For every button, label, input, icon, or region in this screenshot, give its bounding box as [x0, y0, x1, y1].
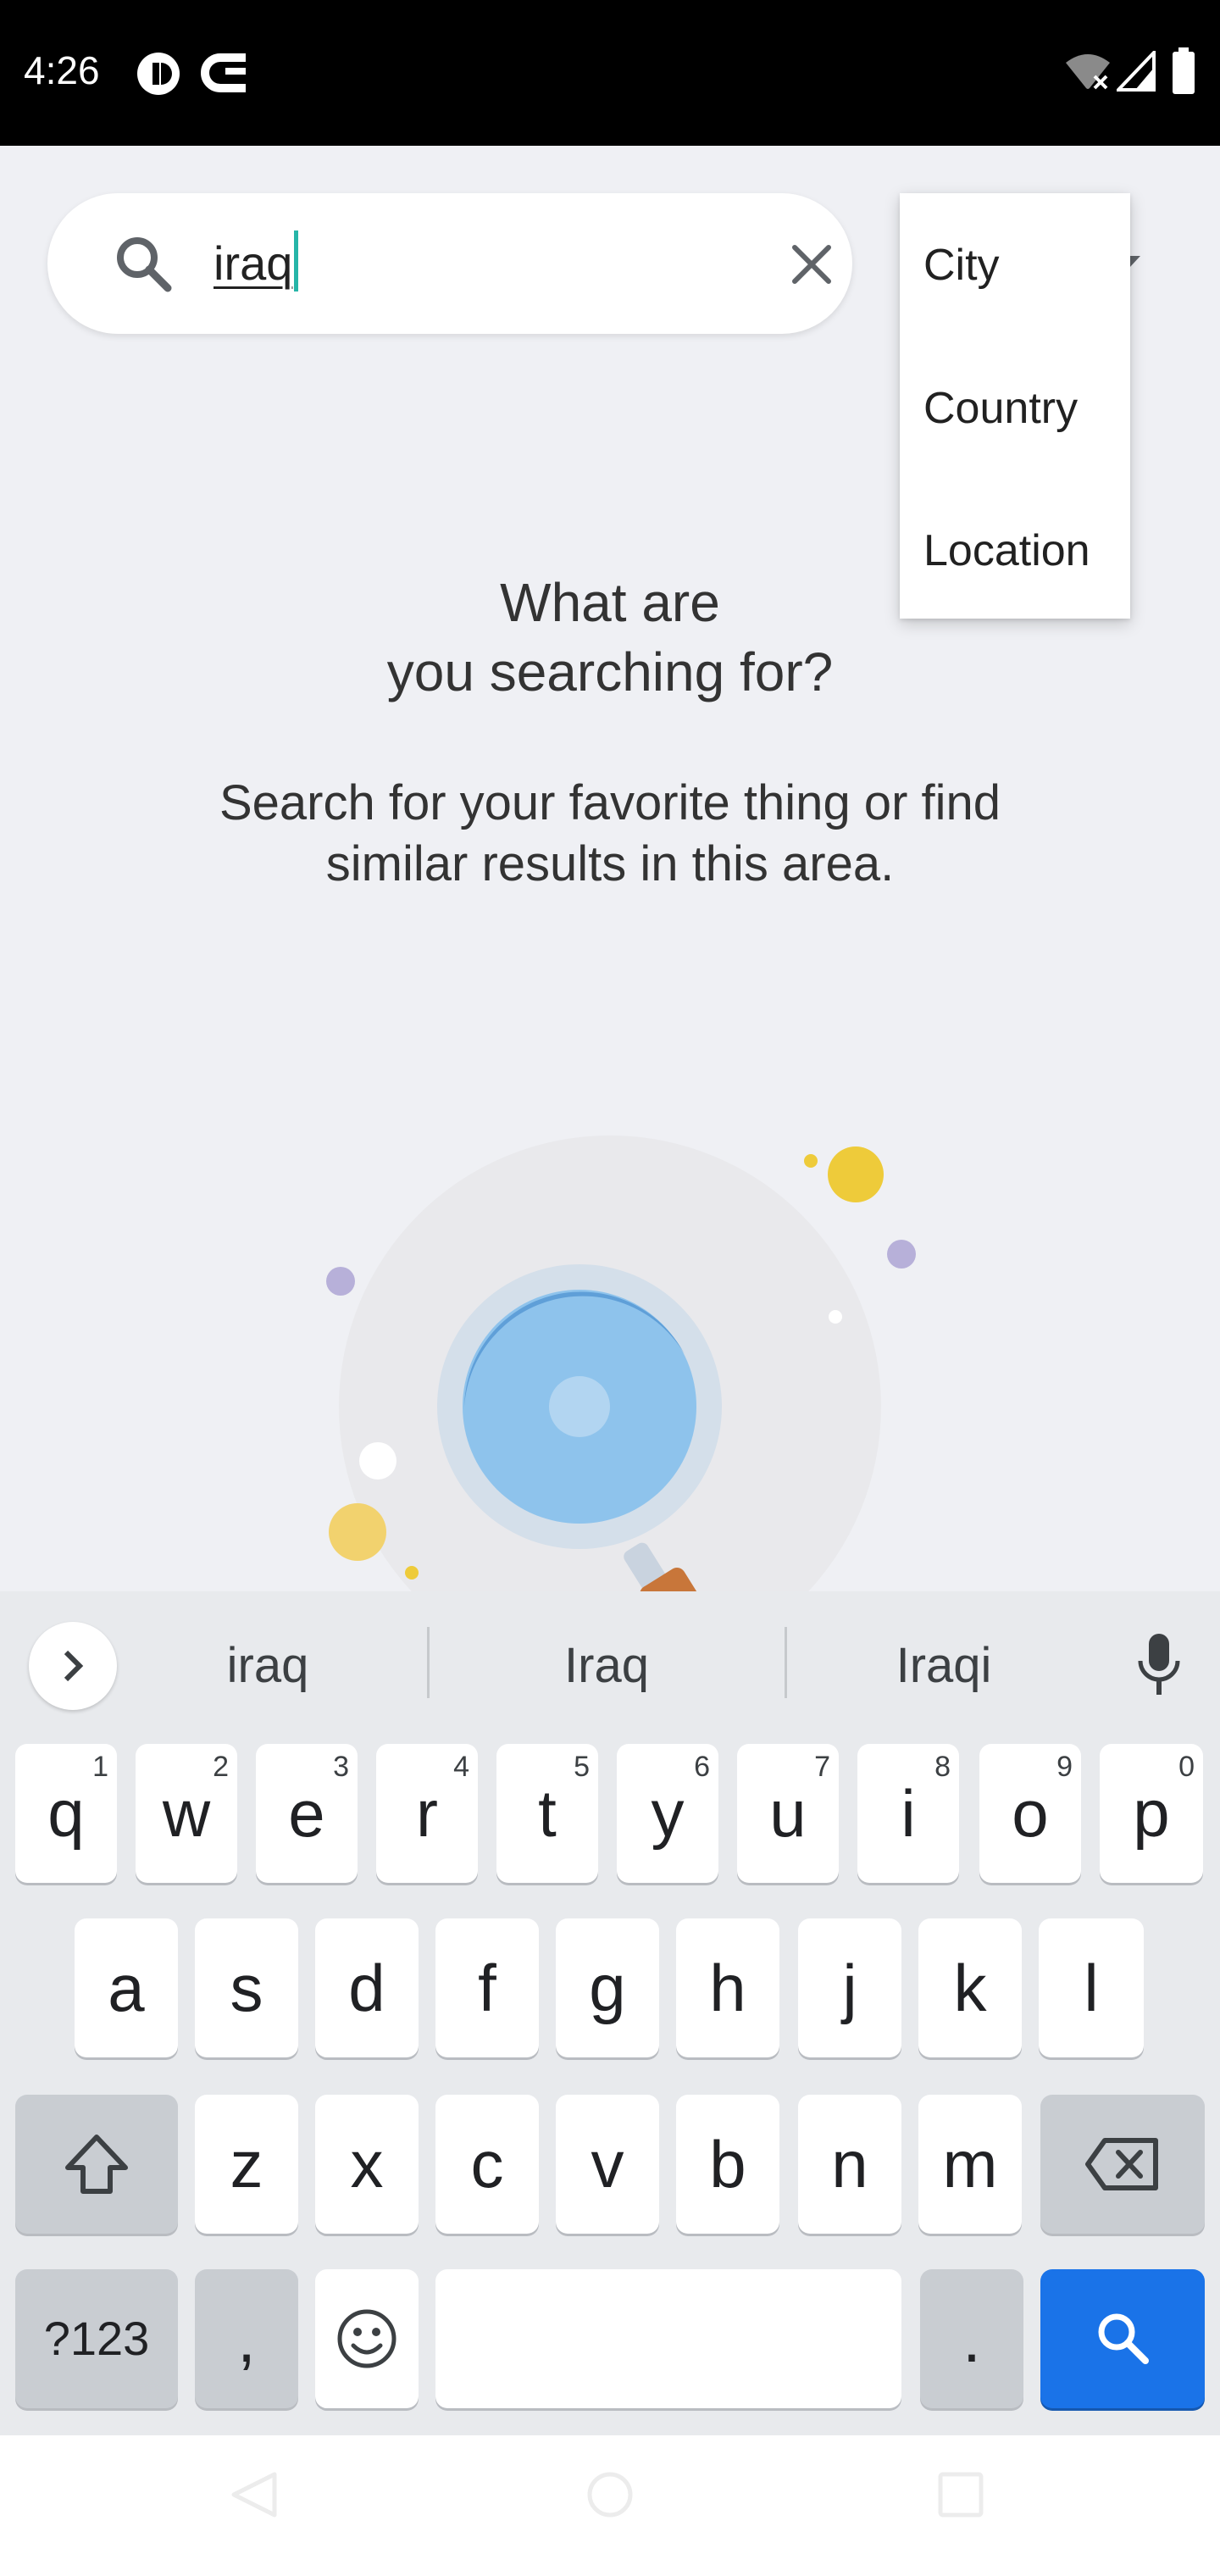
battery-icon: [1173, 47, 1195, 94]
shift-icon: [65, 2135, 128, 2194]
emoji-key[interactable]: [315, 2269, 419, 2408]
close-icon[interactable]: [785, 237, 839, 291]
key-a[interactable]: a: [75, 1918, 178, 2057]
cast-c-icon: [201, 53, 246, 92]
empty-title-line-1: What are: [500, 572, 720, 633]
text-cursor: [294, 230, 299, 291]
filter-dropdown-menu: City Country Location: [900, 193, 1130, 619]
key-i[interactable]: i8: [857, 1744, 959, 1883]
navigation-bar: [0, 2435, 1220, 2576]
key-g[interactable]: g: [556, 1918, 659, 2057]
key-q[interactable]: q1: [15, 1744, 117, 1883]
space-key[interactable]: [435, 2269, 901, 2408]
search-icon: [117, 237, 172, 292]
comma-key[interactable]: ,: [195, 2269, 298, 2408]
key-y[interactable]: y6: [617, 1744, 718, 1883]
suggestions-expand-button[interactable]: [29, 1622, 117, 1710]
key-j[interactable]: j: [798, 1918, 901, 2057]
search-icon: [1098, 2313, 1149, 2364]
wifi-off-icon: [1066, 54, 1110, 90]
key-b[interactable]: b: [676, 2095, 779, 2234]
search-action-key[interactable]: [1040, 2269, 1205, 2408]
key-x[interactable]: x: [315, 2095, 419, 2234]
microphone-icon[interactable]: [1132, 1630, 1186, 1698]
period-key[interactable]: .: [920, 2269, 1023, 2408]
shift-key[interactable]: [15, 2095, 178, 2234]
symbols-key[interactable]: ?123: [15, 2269, 178, 2408]
key-l[interactable]: l: [1039, 1918, 1144, 2057]
search-input[interactable]: iraq: [214, 227, 764, 300]
suggestion-1[interactable]: iraq: [149, 1632, 386, 1700]
key-p[interactable]: p0: [1100, 1744, 1203, 1883]
key-r[interactable]: r4: [376, 1744, 478, 1883]
suggestion-divider: [785, 1627, 787, 1698]
suggestion-strip: iraq Iraq Iraqi: [0, 1591, 1220, 1734]
key-f[interactable]: f: [435, 1918, 539, 2057]
key-h[interactable]: h: [676, 1918, 779, 2057]
search-input-text: iraq: [214, 236, 293, 290]
chevron-right-icon: [64, 1650, 84, 1682]
menu-item-city[interactable]: City: [900, 193, 1130, 337]
recents-icon[interactable]: [937, 2471, 984, 2518]
search-bar[interactable]: iraq: [47, 193, 852, 334]
key-d[interactable]: d: [315, 1918, 419, 2057]
empty-subtitle-line-1: Search for your favorite thing or find: [219, 775, 1001, 830]
key-e[interactable]: e3: [256, 1744, 358, 1883]
empty-state-subtitle: Search for your favorite thing or find s…: [0, 773, 1220, 895]
suggestion-2[interactable]: Iraq: [488, 1632, 725, 1700]
key-u[interactable]: u7: [737, 1744, 839, 1883]
signal-icon: [1117, 51, 1156, 92]
key-s[interactable]: s: [195, 1918, 298, 2057]
home-icon[interactable]: [585, 2471, 635, 2518]
key-t[interactable]: t5: [496, 1744, 598, 1883]
suggestion-divider: [427, 1627, 430, 1698]
emoji-icon: [337, 2309, 396, 2368]
status-bar: 4:26: [0, 0, 1220, 146]
privacy-icon: [137, 53, 180, 95]
magnifier-illustration: [326, 1135, 916, 1593]
status-time: 4:26: [24, 48, 100, 92]
empty-title-line-2: you searching for?: [386, 641, 834, 702]
menu-item-country[interactable]: Country: [900, 337, 1130, 480]
key-v[interactable]: v: [556, 2095, 659, 2234]
empty-subtitle-line-2: similar results in this area.: [325, 836, 895, 891]
key-n[interactable]: n: [798, 2095, 901, 2234]
back-icon[interactable]: [230, 2471, 281, 2518]
key-k[interactable]: k: [918, 1918, 1022, 2057]
suggestion-3[interactable]: Iraqi: [825, 1632, 1062, 1700]
key-o[interactable]: o9: [979, 1744, 1081, 1883]
key-c[interactable]: c: [435, 2095, 539, 2234]
key-w[interactable]: w2: [136, 1744, 237, 1883]
backspace-icon: [1085, 2138, 1158, 2190]
on-screen-keyboard: iraq Iraq Iraqi q1 w2 e3 r4 t5 y6 u7 i8 …: [0, 1591, 1220, 2435]
key-z[interactable]: z: [195, 2095, 298, 2234]
backspace-key[interactable]: [1040, 2095, 1205, 2234]
key-m[interactable]: m: [918, 2095, 1022, 2234]
empty-state-title: What are you searching for?: [0, 568, 1220, 707]
